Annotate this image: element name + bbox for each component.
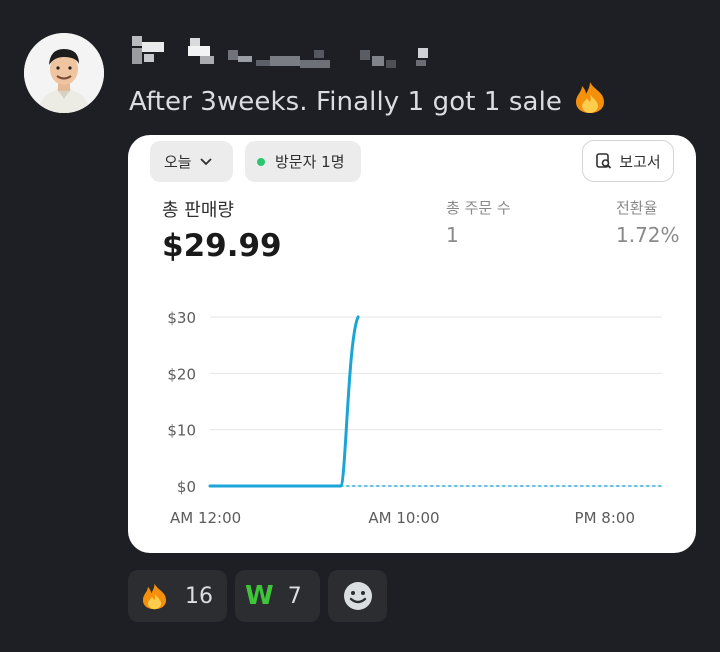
username-redacted[interactable] bbox=[130, 34, 450, 74]
x-tick-label: AM 10:00 bbox=[368, 509, 439, 527]
avatar-image bbox=[24, 33, 104, 113]
w-emoji-icon: W bbox=[245, 581, 274, 611]
sales-line-chart: $0 $10 $20 $30 AM 12:00 AM 10:00 PM 8:00 bbox=[167, 309, 663, 527]
reaction-count: 16 bbox=[185, 583, 213, 609]
reaction-bar: 16 W 7 bbox=[128, 570, 387, 622]
pixelation-mask bbox=[132, 36, 428, 68]
add-reaction-button[interactable] bbox=[328, 570, 387, 622]
fire-emoji-icon bbox=[570, 80, 610, 121]
smiley-icon bbox=[343, 582, 372, 610]
y-tick-label: $20 bbox=[167, 365, 196, 383]
user-avatar[interactable] bbox=[24, 33, 104, 113]
message-text: After 3weeks. Finally 1 got 1 sale bbox=[129, 80, 610, 121]
analytics-card[interactable]: 오늘 방문자 1명 보고서 총 판매량 $29.99 총 주문 수 1 전환율 … bbox=[128, 135, 696, 553]
message-body: After 3weeks. Finally 1 got 1 sale bbox=[129, 87, 563, 117]
x-tick-label: PM 8:00 bbox=[575, 509, 635, 527]
y-tick-label: $30 bbox=[167, 309, 196, 327]
x-tick-label: AM 12:00 bbox=[170, 509, 241, 527]
reaction-w[interactable]: W 7 bbox=[235, 570, 320, 622]
reaction-fire[interactable]: 16 bbox=[128, 570, 227, 622]
y-tick-label: $10 bbox=[167, 422, 196, 440]
sales-series-line bbox=[208, 315, 360, 488]
fire-emoji-icon bbox=[142, 583, 167, 610]
y-tick-label: $0 bbox=[177, 478, 196, 496]
reaction-count: 7 bbox=[287, 583, 302, 609]
